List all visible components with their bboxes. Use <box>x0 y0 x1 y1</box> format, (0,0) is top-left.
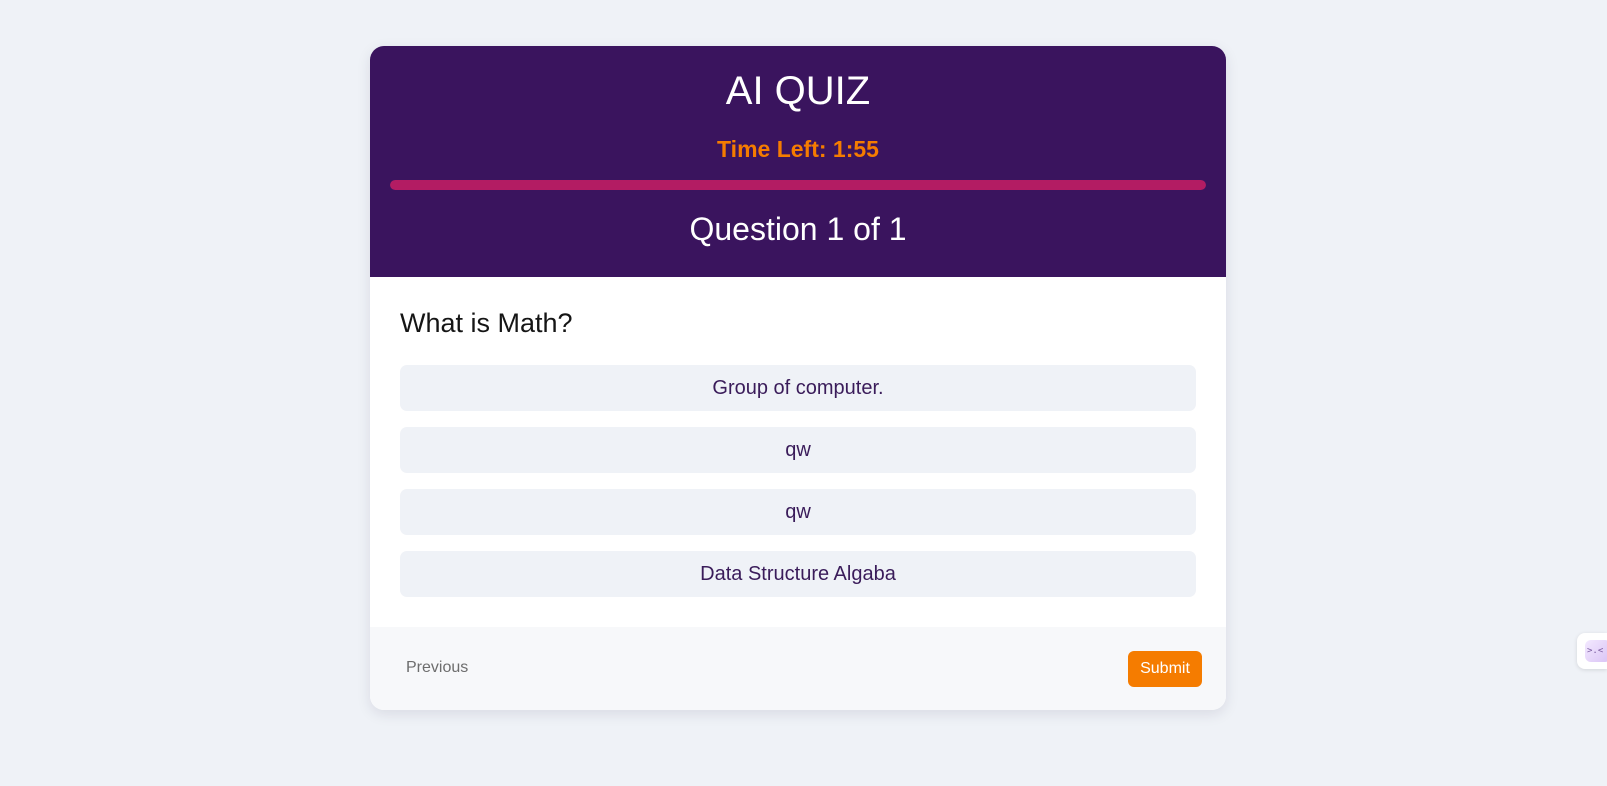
answer-options: Group of computer. qw qw Data Structure … <box>400 365 1196 613</box>
previous-button[interactable]: Previous <box>406 656 468 680</box>
question-text: What is Math? <box>400 308 573 338</box>
timer-text: Time Left: 1:55 <box>717 136 879 162</box>
quiz-header: AI QUIZ Time Left: 1:55 Question 1 of 1 <box>370 46 1226 277</box>
assistant-face-icon: >.< <box>1585 640 1607 662</box>
timer-progress-fill <box>390 180 1206 190</box>
quiz-card: AI QUIZ Time Left: 1:55 Question 1 of 1 … <box>370 46 1226 710</box>
answer-option[interactable]: Data Structure Algaba <box>400 551 1196 597</box>
question-counter: Question 1 of 1 <box>689 211 907 247</box>
floating-assistant-widget[interactable]: >.< <box>1577 633 1607 669</box>
quiz-title: AI QUIZ <box>725 69 871 113</box>
answer-option[interactable]: qw <box>400 427 1196 473</box>
answer-option[interactable]: qw <box>400 489 1196 535</box>
timer-progress-bar <box>390 180 1206 190</box>
answer-option[interactable]: Group of computer. <box>400 365 1196 411</box>
quiz-footer: Previous Submit <box>370 627 1226 710</box>
submit-button[interactable]: Submit <box>1128 651 1202 687</box>
